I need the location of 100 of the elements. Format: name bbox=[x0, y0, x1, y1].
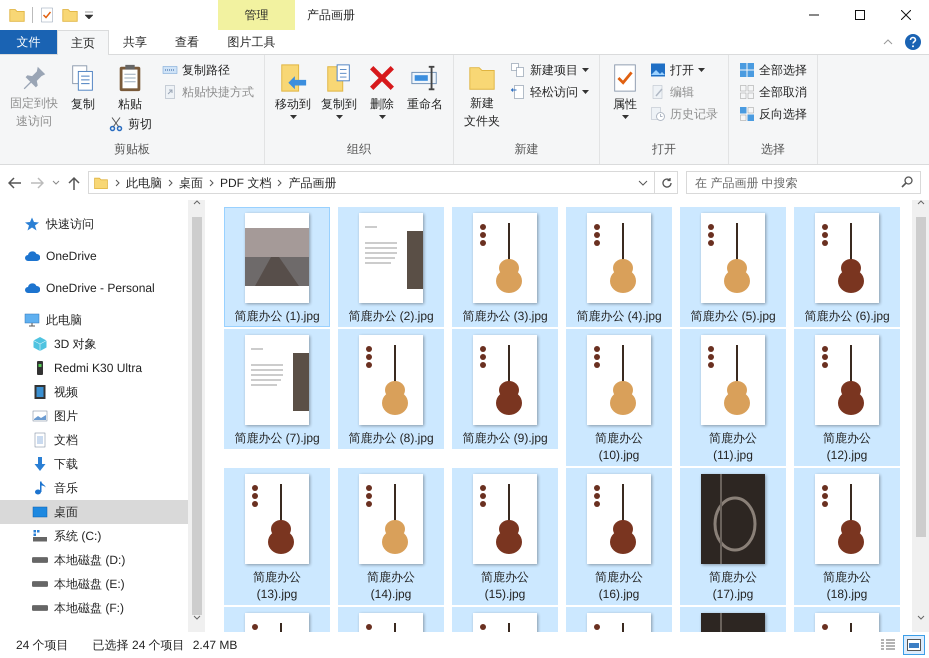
download-icon bbox=[32, 456, 48, 472]
search-icon bbox=[901, 176, 913, 188]
address-bar[interactable]: 此电脑 桌面 PDF 文档 产品画册 bbox=[88, 171, 678, 194]
help-icon[interactable] bbox=[905, 34, 921, 50]
ribbon-button[interactable]: 重命名 bbox=[403, 59, 447, 113]
ribbon-button[interactable]: 全部取消 bbox=[735, 81, 811, 103]
file-name: 简鹿办公 (10).jpg bbox=[594, 430, 644, 464]
ribbon-button[interactable]: 轻松访问 bbox=[506, 81, 593, 103]
caret-icon bbox=[698, 68, 705, 72]
sidebar-item[interactable]: 下载 bbox=[0, 452, 188, 476]
sidebar-item[interactable]: 3D 对象 bbox=[0, 332, 188, 356]
caret-icon bbox=[336, 115, 342, 119]
scrollbar[interactable] bbox=[912, 200, 929, 632]
caret-icon bbox=[378, 115, 386, 119]
sidebar-item[interactable]: 桌面 bbox=[0, 500, 188, 524]
sidebar-item[interactable]: 本地磁盘 (D:) bbox=[0, 548, 188, 572]
ribbon-button[interactable]: 删除 bbox=[363, 59, 401, 119]
sidebar-item[interactable]: OneDrive - Personal bbox=[0, 276, 188, 300]
sidebar-item[interactable]: 视频 bbox=[0, 380, 188, 404]
minimize-icon bbox=[809, 14, 819, 16]
ribbon-button[interactable]: 全部选择 bbox=[735, 59, 811, 81]
file-item[interactable]: 简鹿办公 (15).jpg bbox=[452, 468, 558, 605]
chevron-right-icon[interactable] bbox=[277, 178, 282, 186]
scroll-up-icon[interactable] bbox=[916, 200, 924, 205]
ribbon-button[interactable]: 反向选择 bbox=[735, 103, 811, 125]
sidebar-item[interactable]: Redmi K30 Ultra bbox=[0, 356, 188, 380]
scroll-down-icon[interactable] bbox=[192, 615, 200, 620]
sidebar-item[interactable]: 本地磁盘 (F:) bbox=[0, 596, 188, 620]
breadcrumb-item[interactable]: PDF 文档 bbox=[220, 174, 272, 192]
chevron-right-icon[interactable] bbox=[168, 178, 173, 186]
chevron-right-icon[interactable] bbox=[209, 178, 214, 186]
view-toggle[interactable] bbox=[903, 635, 925, 655]
file-name: 简鹿办公 (11).jpg bbox=[708, 430, 758, 464]
ribbon-button[interactable]: 复制路径 bbox=[158, 59, 258, 81]
sidebar-item[interactable]: 图片 bbox=[0, 404, 188, 428]
ribbon-button[interactable]: 新建项目 bbox=[506, 59, 593, 81]
file-name: 简鹿办公 (9).jpg bbox=[462, 430, 548, 447]
sidebar-item[interactable]: 系统 (C:) bbox=[0, 524, 188, 548]
ribbon-tab[interactable]: 共享 bbox=[109, 30, 161, 54]
file-item[interactable]: 简鹿办公 (1).jpg bbox=[224, 207, 330, 327]
ribbon-button[interactable]: 移动到 bbox=[271, 59, 315, 119]
scissors-icon bbox=[108, 116, 124, 132]
file-name: 简鹿办公 (1).jpg bbox=[234, 308, 320, 325]
refresh-icon[interactable] bbox=[661, 176, 673, 188]
file-item[interactable]: 简鹿办公 (5).jpg bbox=[680, 207, 786, 327]
file-item[interactable]: 简鹿办公 (18).jpg bbox=[794, 468, 900, 605]
item-count: 24 个项目 bbox=[16, 637, 69, 654]
sidebar-item[interactable]: 快速访问 bbox=[0, 212, 188, 236]
chevron-down-icon[interactable] bbox=[52, 180, 60, 186]
file-item[interactable]: 简鹿办公 (11).jpg bbox=[680, 329, 786, 466]
file-name: 简鹿办公 (4).jpg bbox=[576, 308, 662, 325]
file-item[interactable]: 简鹿办公 (6).jpg bbox=[794, 207, 900, 327]
selection-count: 已选择 24 个项目 bbox=[92, 637, 185, 654]
file-item[interactable]: 简鹿办公 (7).jpg bbox=[224, 329, 330, 449]
dropdown-icon[interactable] bbox=[85, 11, 93, 19]
shortcut-icon bbox=[162, 84, 178, 100]
file-name: 简鹿办公 (6).jpg bbox=[804, 308, 890, 325]
ribbon-button[interactable]: 剪切 bbox=[104, 113, 156, 135]
ribbon-button[interactable]: 打开 bbox=[646, 59, 722, 81]
sidebar-item[interactable]: 音乐 bbox=[0, 476, 188, 500]
up-icon[interactable] bbox=[68, 176, 80, 190]
ribbon-tab[interactable]: 文件 bbox=[0, 30, 57, 54]
ribbon-tab[interactable]: 查看 bbox=[161, 30, 213, 54]
sidebar-item[interactable]: 文档 bbox=[0, 428, 188, 452]
file-item[interactable]: 简鹿办公 (13).jpg bbox=[224, 468, 330, 605]
search-field[interactable]: 在 产品画册 中搜索 bbox=[686, 171, 921, 194]
chevron-right-icon[interactable] bbox=[115, 178, 120, 186]
ribbon-button[interactable]: 新建 文件夹 bbox=[460, 59, 504, 129]
scroll-up-icon[interactable] bbox=[192, 200, 200, 205]
sidebar-item[interactable]: 本地磁盘 (E:) bbox=[0, 572, 188, 596]
back-icon[interactable] bbox=[8, 176, 22, 188]
sidebar-item[interactable]: OneDrive bbox=[0, 244, 188, 268]
properties-icon bbox=[39, 7, 55, 23]
ribbon-button[interactable]: 复制 bbox=[64, 59, 102, 113]
ribbon-tab[interactable]: 主页 bbox=[57, 30, 109, 55]
file-item[interactable]: 简鹿办公 (8).jpg bbox=[338, 329, 444, 449]
ribbon-button[interactable]: 粘贴 bbox=[104, 59, 156, 113]
ribbon-button[interactable]: 复制到 bbox=[317, 59, 361, 119]
scroll-down-icon[interactable] bbox=[916, 615, 924, 620]
file-item[interactable]: 简鹿办公 (12).jpg bbox=[794, 329, 900, 466]
file-item[interactable]: 简鹿办公 (17).jpg bbox=[680, 468, 786, 605]
file-item[interactable]: 简鹿办公 (14).jpg bbox=[338, 468, 444, 605]
breadcrumb-item[interactable]: 此电脑 bbox=[126, 174, 162, 192]
file-item[interactable]: 简鹿办公 (9).jpg bbox=[452, 329, 558, 449]
scrollbar[interactable] bbox=[188, 200, 205, 632]
file-name: 简鹿办公 (2).jpg bbox=[348, 308, 434, 325]
file-item[interactable]: 简鹿办公 (10).jpg bbox=[566, 329, 672, 466]
file-item[interactable]: 简鹿办公 (3).jpg bbox=[452, 207, 558, 327]
ribbon-button[interactable]: 属性 bbox=[606, 59, 644, 119]
file-item[interactable]: 简鹿办公 (4).jpg bbox=[566, 207, 672, 327]
file-name: 简鹿办公 (13).jpg bbox=[252, 569, 302, 603]
history-icon bbox=[650, 106, 666, 122]
file-item[interactable]: 简鹿办公 (16).jpg bbox=[566, 468, 672, 605]
sidebar-item[interactable]: 此电脑 bbox=[0, 308, 188, 332]
breadcrumb-item[interactable]: 桌面 bbox=[179, 174, 203, 192]
file-item[interactable]: 简鹿办公 (2).jpg bbox=[338, 207, 444, 327]
easy-access-icon bbox=[510, 84, 526, 100]
breadcrumb-item[interactable]: 产品画册 bbox=[288, 174, 336, 192]
chevron-down-icon[interactable] bbox=[638, 180, 648, 186]
collapse-ribbon-icon[interactable] bbox=[883, 39, 893, 45]
